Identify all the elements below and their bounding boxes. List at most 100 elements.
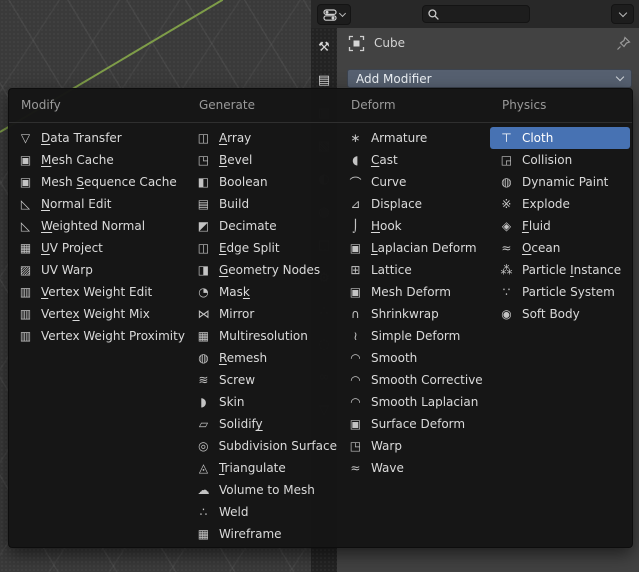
menu-item-label: Collision: [521, 153, 573, 167]
menu-item-subdivision-surface[interactable]: ◎ Subdivision Surface: [187, 435, 337, 457]
fluid-icon: ◈: [501, 219, 512, 233]
menu-item-hook[interactable]: ⌡ Hook: [339, 215, 488, 237]
menu-item-weld[interactable]: ∴ Weld: [187, 501, 337, 523]
menu-item-explode[interactable]: ※ Explode: [490, 193, 630, 215]
menu-item-screw[interactable]: ≋ Screw: [187, 369, 337, 391]
menu-item-label: Smooth Laplacian: [370, 395, 479, 409]
menu-column-items: ◫ Array ◳ Bevel ◧ Boolean ▤ Build ◩ Decimate ◫ Edge…: [187, 118, 339, 545]
menu-item-simple-deform[interactable]: ≀ Simple Deform: [339, 325, 488, 347]
menu-item-label: Decimate: [218, 219, 277, 233]
menu-item-label: Triangulate: [218, 461, 286, 475]
menu-column-physics: Physics ⊤ Cloth ◲ Collision ◍ Dynamic Paint ※ Ex…: [489, 89, 632, 547]
editor-type-button[interactable]: [317, 4, 351, 25]
menu-item-label: Simple Deform: [370, 329, 461, 343]
menu-item-smooth-corrective[interactable]: ◠ Smooth Corrective: [339, 369, 488, 391]
menu-item-vertex-weight-proximity[interactable]: ▥ Vertex Weight Proximity: [9, 325, 185, 347]
menu-item-cast[interactable]: ◖ Cast: [339, 149, 488, 171]
menu-item-label: UV Project: [41, 241, 103, 255]
menu-item-normal-edit[interactable]: ◺ Normal Edit: [9, 193, 185, 215]
menu-item-uv-warp[interactable]: ▨ UV Warp: [9, 259, 185, 281]
menu-item-armature[interactable]: ∗ Armature: [339, 127, 488, 149]
menu-item-displace[interactable]: ⊿ Displace: [339, 193, 488, 215]
menu-item-label: Fluid: [521, 219, 551, 233]
menu-item-mesh-cache[interactable]: ▣ Mesh Cache: [9, 149, 185, 171]
menu-column-items: ⊤ Cloth ◲ Collision ◍ Dynamic Paint ※ Explode ◈ F…: [489, 118, 632, 325]
menu-item-laplacian-deform[interactable]: ▣ Laplacian Deform: [339, 237, 488, 259]
menu-item-particle-instance[interactable]: ⁂ Particle Instance: [490, 259, 630, 281]
search-input[interactable]: [443, 8, 523, 20]
menu-item-skin[interactable]: ◗ Skin: [187, 391, 337, 413]
menu-item-mesh-sequence-cache[interactable]: ▣ Mesh Sequence Cache: [9, 171, 185, 193]
menu-column-generate: Generate ◫ Array ◳ Bevel ◧ Boolean ▤ Build ◩ Decim…: [187, 89, 339, 547]
menu-item-label: Vertex Weight Proximity: [41, 329, 185, 343]
edge-split-icon: ◫: [197, 241, 210, 255]
menu-item-label: Remesh: [218, 351, 268, 365]
menu-item-label: Bevel: [218, 153, 253, 167]
menu-item-mesh-deform[interactable]: ▣ Mesh Deform: [339, 281, 488, 303]
menu-item-smooth[interactable]: ◠ Smooth: [339, 347, 488, 369]
menu-item-ocean[interactable]: ≈ Ocean: [490, 237, 630, 259]
menu-item-vertex-weight-mix[interactable]: ▥ Vertex Weight Mix: [9, 303, 185, 325]
menu-item-volume-to-mesh[interactable]: ☁ Volume to Mesh: [187, 479, 337, 501]
menu-item-warp[interactable]: ◳ Warp: [339, 435, 488, 457]
menu-item-label: Curve: [370, 175, 407, 189]
smooth-corrective-icon: ◠: [350, 373, 361, 387]
menu-item-fluid[interactable]: ◈ Fluid: [490, 215, 630, 237]
menu-item-solidify[interactable]: ▱ Solidify: [187, 413, 337, 435]
menu-item-data-transfer[interactable]: ▽ Data Transfer: [9, 127, 185, 149]
mesh-sequence-cache-icon: ▣: [19, 175, 32, 189]
header-options-button[interactable]: [611, 4, 634, 24]
menu-item-mask[interactable]: ◔ Mask: [187, 281, 337, 303]
warp-icon: ◳: [349, 439, 362, 453]
menu-item-remesh[interactable]: ◍ Remesh: [187, 347, 337, 369]
menu-item-shrinkwrap[interactable]: ∩ Shrinkwrap: [339, 303, 488, 325]
menu-item-decimate[interactable]: ◩ Decimate: [187, 215, 337, 237]
hook-icon: ⌡: [352, 219, 359, 233]
menu-item-particle-system[interactable]: ∵ Particle System: [490, 281, 630, 303]
array-icon: ◫: [197, 131, 210, 145]
menu-item-label: Dynamic Paint: [521, 175, 609, 189]
search-box[interactable]: [422, 5, 530, 23]
menu-item-geometry-nodes[interactable]: ◨ Geometry Nodes: [187, 259, 337, 281]
menu-item-boolean[interactable]: ◧ Boolean: [187, 171, 337, 193]
menu-item-label: Vertex Weight Mix: [41, 307, 150, 321]
menu-item-vertex-weight-edit[interactable]: ▥ Vertex Weight Edit: [9, 281, 185, 303]
displace-icon: ⊿: [350, 197, 361, 211]
menu-item-curve[interactable]: ⌒ Curve: [339, 171, 488, 193]
add-modifier-button[interactable]: Add Modifier: [347, 69, 632, 88]
properties-header: [311, 0, 639, 28]
render-icon: ▤: [317, 72, 331, 88]
lattice-icon: ⊞: [350, 263, 361, 277]
menu-item-array[interactable]: ◫ Array: [187, 127, 337, 149]
boolean-icon: ◧: [197, 175, 210, 189]
menu-item-weighted-normal[interactable]: ◺ Weighted Normal: [9, 215, 185, 237]
menu-item-label: Skin: [218, 395, 245, 409]
menu-item-edge-split[interactable]: ◫ Edge Split: [187, 237, 337, 259]
weld-icon: ∴: [199, 505, 208, 519]
weighted-normal-icon: ◺: [20, 219, 31, 233]
menu-item-smooth-laplacian[interactable]: ◠ Smooth Laplacian: [339, 391, 488, 413]
menu-item-label: Data Transfer: [41, 131, 122, 145]
menu-item-uv-project[interactable]: ▦ UV Project: [9, 237, 185, 259]
menu-item-cloth[interactable]: ⊤ Cloth: [489, 127, 630, 149]
menu-item-bevel[interactable]: ◳ Bevel: [187, 149, 337, 171]
laplacian-deform-icon: ▣: [349, 241, 362, 255]
menu-item-mirror[interactable]: ⋈ Mirror: [187, 303, 337, 325]
menu-item-dynamic-paint[interactable]: ◍ Dynamic Paint: [490, 171, 630, 193]
tab-tool[interactable]: ⚒: [311, 32, 337, 62]
menu-item-label: Ocean: [521, 241, 561, 255]
menu-item-build[interactable]: ▤ Build: [187, 193, 337, 215]
pin-icon[interactable]: [615, 35, 632, 52]
menu-column-title: Physics: [501, 98, 547, 112]
menu-item-wireframe[interactable]: ▦ Wireframe: [187, 523, 337, 545]
menu-item-surface-deform[interactable]: ▣ Surface Deform: [339, 413, 488, 435]
menu-item-triangulate[interactable]: ◬ Triangulate: [187, 457, 337, 479]
menu-item-label: Displace: [370, 197, 423, 211]
menu-item-lattice[interactable]: ⊞ Lattice: [339, 259, 488, 281]
menu-item-label: Solidify: [218, 417, 263, 431]
menu-item-soft-body[interactable]: ◉ Soft Body: [490, 303, 630, 325]
menu-item-multiresolution[interactable]: ▦ Multiresolution: [187, 325, 337, 347]
smooth-icon: ◠: [350, 351, 361, 365]
menu-item-wave[interactable]: ≈ Wave: [339, 457, 488, 479]
menu-item-collision[interactable]: ◲ Collision: [490, 149, 630, 171]
